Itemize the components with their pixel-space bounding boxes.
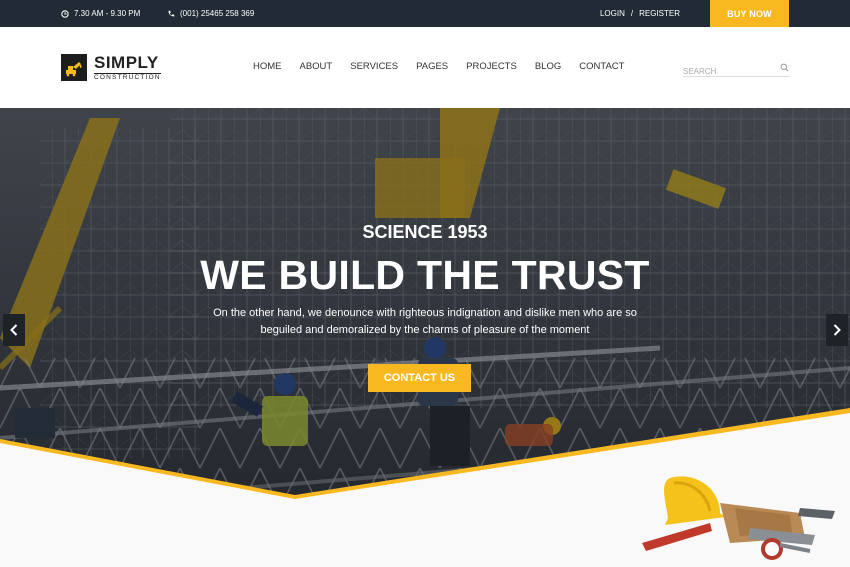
login-link[interactable]: LOGIN [600,9,625,18]
phone-info: (001) 25465 258 369 [167,0,254,27]
buy-now-button[interactable]: BUY NOW [710,0,789,27]
hours-info: 7.30 AM - 9.30 PM [61,0,140,27]
nav-blog[interactable]: BLOG [535,61,561,72]
hero-slider: SCIENCE 1953 WE BUILD THE TRUST On the o… [0,108,850,567]
excavator-icon [61,54,87,82]
clock-icon [61,9,69,18]
top-bar: 7.30 AM - 9.30 PM (001) 25465 258 369 LO… [0,0,850,27]
nav-contact[interactable]: CONTACT [579,61,624,72]
register-link[interactable]: REGISTER [639,9,680,18]
nav-about[interactable]: ABOUT [300,61,333,72]
nav-projects[interactable]: PROJECTS [466,61,517,72]
main-nav: HOME ABOUT SERVICES PAGES PROJECTS BLOG … [253,61,642,72]
phone-icon [168,10,175,16]
nav-services[interactable]: SERVICES [350,61,398,72]
search-icon[interactable] [780,63,789,72]
nav-home[interactable]: HOME [253,61,282,72]
search-box [683,61,790,77]
search-input[interactable] [683,67,775,76]
hours-text: 7.30 AM - 9.30 PM [74,9,141,18]
logo[interactable]: SIMPLY CONSTRUCTION [61,54,161,82]
nav-pages[interactable]: PAGES [416,61,448,72]
auth-separator: / [630,9,634,18]
site-header: SIMPLY CONSTRUCTION HOME ABOUT SERVICES … [0,27,850,108]
logo-tagline: CONSTRUCTION [94,73,161,81]
phone-text: (001) 25465 258 369 [180,9,255,18]
hard-hat-tools-image [642,476,835,560]
auth-links: LOGIN / REGISTER [600,0,680,27]
logo-name: SIMPLY [94,53,159,72]
